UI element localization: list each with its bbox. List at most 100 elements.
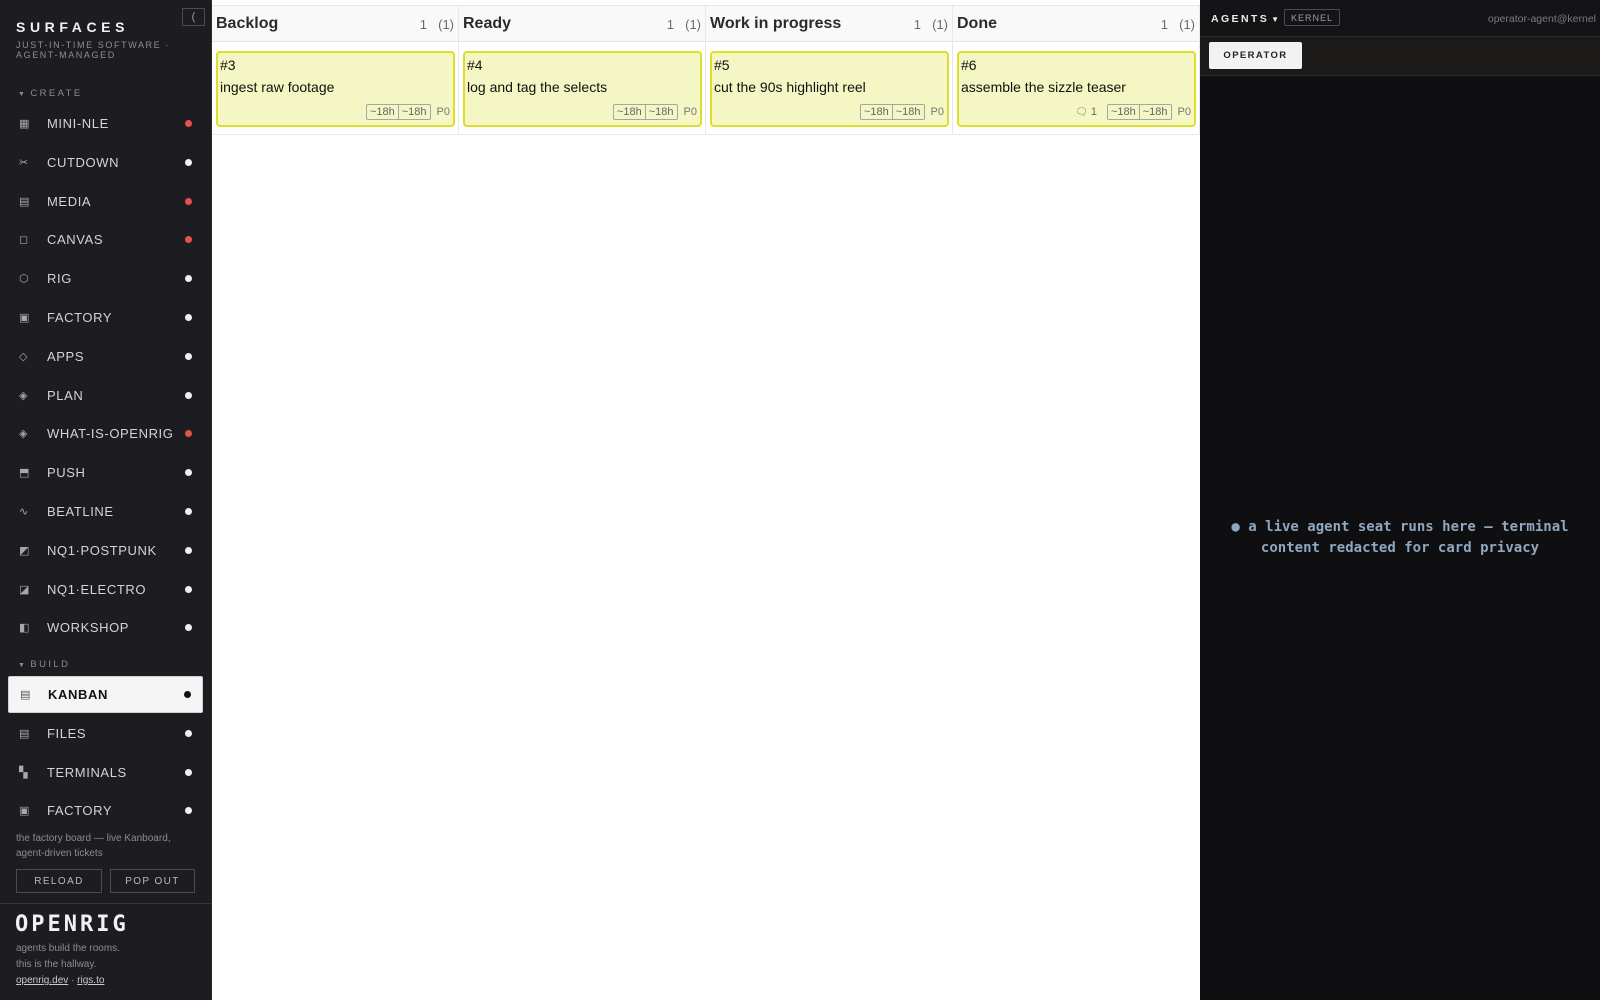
link-rigs-to[interactable]: rigs.to	[77, 975, 104, 986]
sidebar-item-label: NQ1·POSTPUNK	[47, 542, 157, 558]
time-estimate: ~18h ~18h	[365, 104, 431, 120]
column-task-limit: (1)	[438, 17, 454, 32]
comment-count[interactable]: 🗨 1	[1075, 106, 1097, 118]
status-dot	[185, 314, 192, 321]
status-dot	[185, 585, 192, 593]
column-task-limit: (1)	[685, 17, 701, 32]
divider	[0, 903, 212, 904]
sidebar-item-label: CANVAS	[47, 232, 104, 248]
time-spent: ~18h	[397, 105, 430, 119]
chevron-down-icon: ▼	[18, 91, 28, 98]
sidebar-item-cutdown[interactable]: ✂ CUTDOWN	[8, 144, 203, 181]
column-task-count: 1	[1160, 17, 1168, 32]
sidebar-item-label: FACTORY	[47, 310, 113, 325]
sidebar-item-label: NQ1·ELECTRO	[47, 581, 147, 597]
kanban-board: Backlog 1 (1) #3 ingest raw footage ~18h…	[212, 0, 1200, 1000]
link-openrig-dev[interactable]: openrig.dev	[16, 975, 68, 986]
column-task-limit: (1)	[1179, 17, 1195, 32]
task-id[interactable]: #5	[714, 57, 730, 73]
task-title: cut the 90s highlight reel	[714, 79, 866, 95]
tab-operator[interactable]: OPERATOR	[1209, 42, 1302, 69]
pop-out-button[interactable]: POP OUT	[110, 869, 195, 893]
sidebar-item-label: PLAN	[47, 387, 84, 403]
tagline-line-2: this is the hallway.	[16, 959, 97, 970]
kanban-column: Work in progress 1 (1) #5 cut the 90s hi…	[706, 6, 953, 135]
column-task-count: 1	[666, 17, 674, 32]
sidebar-item-rig[interactable]: ⬡ RIG	[8, 260, 203, 297]
sidebar-item-beatline[interactable]: ∿ BEATLINE	[8, 493, 203, 530]
time-estimated: ~18h	[863, 106, 889, 118]
task-meta: ~18h ~18h P0	[365, 104, 450, 120]
task-id[interactable]: #3	[220, 57, 236, 73]
reload-button[interactable]: RELOAD	[16, 869, 102, 893]
kanban-icon: ▤	[20, 688, 31, 701]
sidebar-item-label: APPS	[47, 348, 85, 364]
task-card[interactable]: #3 ingest raw footage ~18h ~18h P0	[216, 51, 455, 127]
sidebar-item-apps[interactable]: ◇ APPS	[8, 338, 203, 375]
time-estimate: ~18h ~18h	[1106, 104, 1172, 120]
task-card[interactable]: #5 cut the 90s highlight reel ~18h ~18h P…	[710, 51, 949, 127]
task-id[interactable]: #6	[961, 57, 977, 73]
kanban-column: Backlog 1 (1) #3 ingest raw footage ~18h…	[212, 6, 459, 135]
sidebar-item-nq1-electro[interactable]: ◪ NQ1·ELECTRO	[8, 571, 203, 608]
sidebar-item-label: KANBAN	[48, 687, 108, 702]
sidebar-item-label: BEATLINE	[47, 504, 114, 519]
chevron-down-icon: ▼	[1271, 15, 1282, 24]
diamond-icon: ◇	[19, 349, 28, 363]
time-estimated: ~18h	[616, 106, 642, 118]
sidebar-item-plan[interactable]: ◈ PLAN	[8, 377, 203, 414]
sidebar-item-what-is-openrig[interactable]: ◈ WHAT-IS-OPENRIG	[8, 415, 203, 452]
sidebar-item-canvas[interactable]: ◻ CANVAS	[8, 221, 203, 258]
sidebar-item-nq1-postpunk[interactable]: ◩ NQ1·POSTPUNK	[8, 532, 203, 569]
sidebar-item-factory[interactable]: ▣ FACTORY	[8, 792, 203, 829]
section-toggle-create[interactable]: ▼ CREATE	[18, 88, 83, 99]
sidebar-item-label: FILES	[47, 725, 87, 741]
task-meta: ~18h ~18h P0	[612, 104, 697, 120]
info-diamond-icon: ◈	[19, 427, 28, 441]
canvas-icon: ◻	[19, 233, 29, 247]
media-icon: ▤	[19, 194, 30, 208]
task-title: ingest raw footage	[220, 79, 335, 95]
status-dot	[184, 691, 191, 698]
sidebar-item-kanban[interactable]: ▤ KANBAN	[8, 676, 203, 713]
status-dot	[185, 624, 192, 632]
link-separator: ·	[71, 975, 75, 986]
sidebar-item-mini-nle[interactable]: ▦ MINI-NLE	[8, 105, 203, 142]
sidebar-item-label: MEDIA	[47, 193, 92, 209]
plan-icon: ◈	[19, 388, 28, 402]
sidebar-item-files[interactable]: ▤ FILES	[8, 715, 203, 752]
app-subtitle: JUST-IN-TIME SOFTWARE · AGENT-MANAGED	[16, 40, 170, 60]
sidebar-item-factory[interactable]: ▣ FACTORY	[8, 299, 203, 336]
sidebar-item-terminals[interactable]: ▚ TERMINALS	[8, 754, 203, 791]
terminal-icon: ▚	[19, 765, 28, 779]
hexagon-icon: ⬡	[19, 272, 29, 286]
column-header: Ready 1 (1)	[459, 6, 705, 42]
task-id[interactable]: #4	[467, 57, 483, 73]
agents-tabbar: OPERATOR	[1200, 37, 1600, 76]
column-title: Done	[957, 15, 997, 32]
openrig-logo: OPENRIG	[15, 912, 129, 937]
sidebar-item-label: WORKSHOP	[47, 620, 130, 636]
task-card[interactable]: #4 log and tag the selects ~18h ~18h P0	[463, 51, 702, 127]
collapse-sidebar-button[interactable]: (	[182, 8, 205, 26]
time-spent: ~18h	[1138, 105, 1171, 119]
sidebar-item-label: TERMINALS	[47, 764, 127, 780]
electro-icon: ◪	[19, 582, 30, 596]
priority-label: P0	[930, 106, 944, 118]
task-meta: ~18h ~18h P0	[859, 104, 944, 120]
agents-panel: AGENTS ▼ KERNEL operator-agent@kernel OPE…	[1200, 0, 1600, 1000]
sidebar-item-media[interactable]: ▤ MEDIA	[8, 183, 203, 220]
factory-icon: ▣	[19, 311, 30, 324]
status-dot	[185, 197, 192, 205]
status-dot	[185, 768, 192, 776]
column-title: Ready	[463, 15, 512, 32]
sidebar-item-workshop[interactable]: ◧ WORKSHOP	[8, 609, 203, 646]
section-toggle-build[interactable]: ▼ BUILD	[18, 659, 70, 670]
time-estimated: ~18h	[1110, 106, 1136, 118]
task-card[interactable]: #6 assemble the sizzle teaser 🗨 1 ~18h ~18…	[957, 51, 1196, 127]
sidebar-item-push[interactable]: ⬒ PUSH	[8, 454, 203, 491]
kernel-badge: KERNEL	[1284, 9, 1341, 26]
agents-menu[interactable]: AGENTS ▼	[1211, 13, 1281, 25]
terminal-placeholder-line-2: content redacted for card privacy	[1260, 540, 1540, 556]
time-spent: ~18h	[644, 105, 677, 119]
